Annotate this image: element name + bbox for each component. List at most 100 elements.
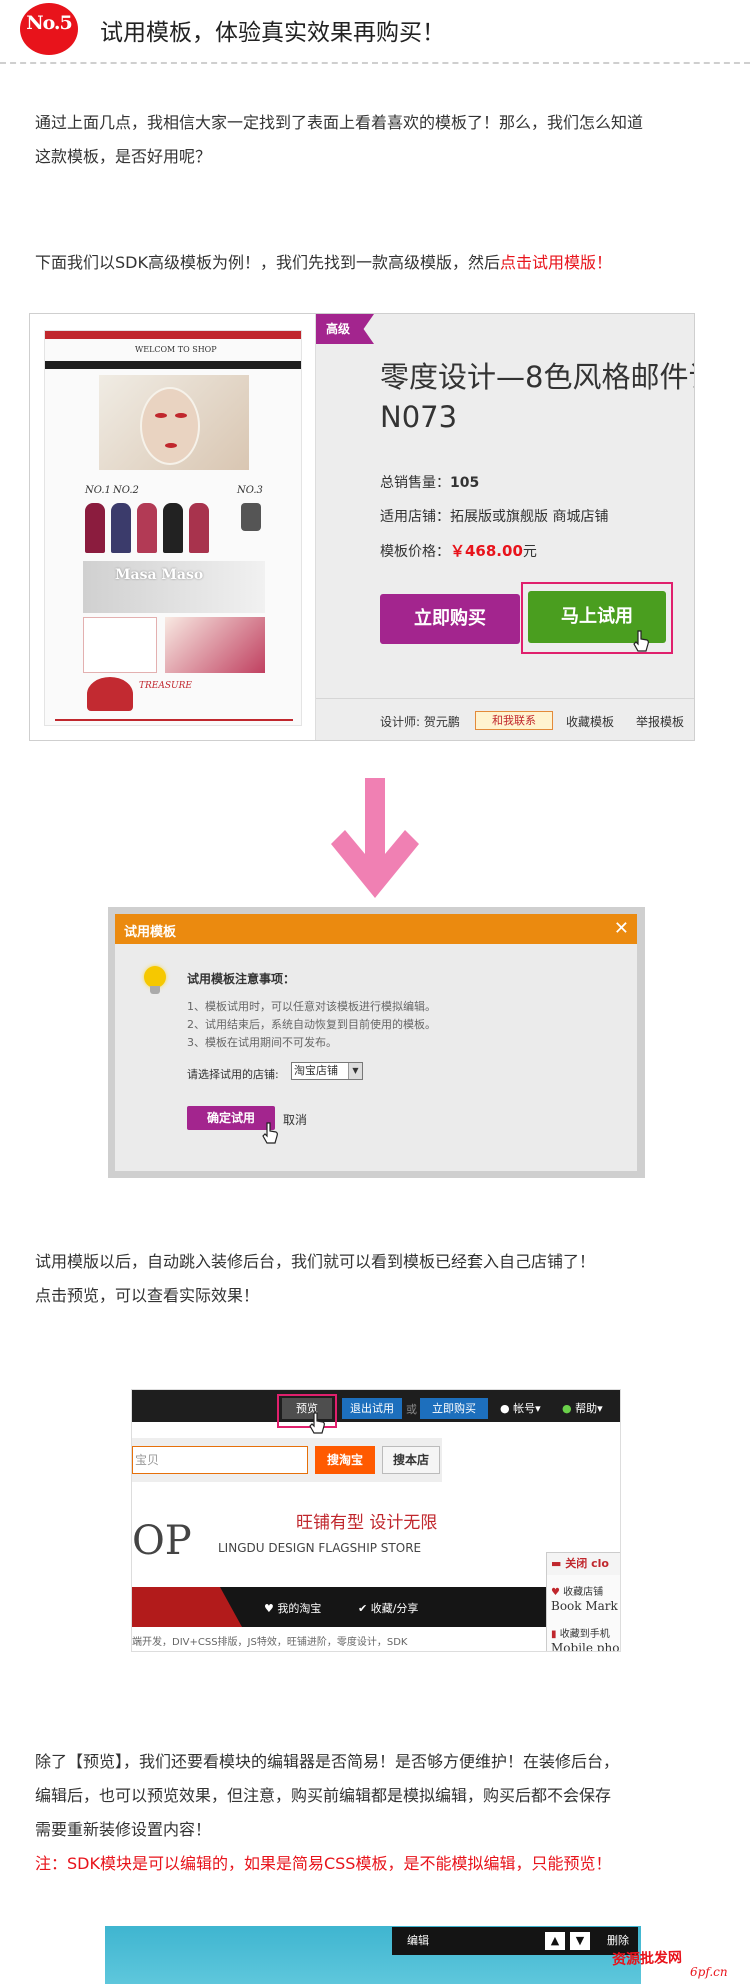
watermark-url: 6pf.cn <box>690 1965 728 1979</box>
user-icon: ● <box>500 1402 510 1415</box>
store-select-value: 淘宝店铺 <box>294 1064 338 1077</box>
my-taobao-link[interactable]: ♥ 我的淘宝 <box>264 1600 321 1616</box>
product-code: N073 <box>380 400 458 434</box>
note-line-3: 需要重新装修设置内容！ <box>35 1820 212 1839</box>
product-title: 零度设计—8色风格邮件订 <box>380 360 695 394</box>
chevron-down-icon: ▼ <box>348 1063 362 1079</box>
favorites-link[interactable]: ✔ 收藏/分享 <box>358 1600 418 1616</box>
move-up-icon[interactable]: ▲ <box>545 1932 565 1950</box>
thumb-camera <box>241 503 261 531</box>
example-highlight: 点击试用模版！ <box>499 253 612 272</box>
store-logo: OP <box>132 1518 192 1564</box>
thumb-no3: NO.3 <box>237 485 263 496</box>
hand-cursor-icon <box>262 1122 278 1144</box>
contact-button[interactable]: 和我联系 <box>475 711 553 730</box>
module-edit-button[interactable]: 编辑 <box>398 1932 438 1950</box>
panel-mobile-phone[interactable]: Mobile pho <box>551 1641 619 1651</box>
price-unit: 元 <box>522 544 537 560</box>
hand-cursor-icon <box>309 1412 325 1434</box>
store-name: LINGDU DESIGN FLAGSHIP STORE <box>218 1541 422 1555</box>
store-subline: 端开发，DIV+CSS排版，JS特效，旺铺进阶，零度设计，SDK <box>132 1637 408 1648</box>
store-select-label: 请选择试用的店铺: <box>187 1068 279 1081</box>
panel-fav-store[interactable]: ♥ 收藏店铺 <box>551 1583 603 1598</box>
panel-close-label: 关闭 <box>565 1557 588 1570</box>
try-template-dialog: 试用模板 ✕ 试用模板注意事项： 1、模板试用时，可以任意对该模板进行模拟编辑。… <box>115 914 637 1171</box>
note-line-1: 除了【预览】，我们还要看模块的编辑器是否简易！是否够方便维护！在装修后台， <box>35 1752 620 1771</box>
thumb-model-eye <box>155 413 167 418</box>
lightbulb-icon <box>144 966 166 988</box>
favorite-link[interactable]: 收藏模板 <box>566 713 614 730</box>
dialog-header: 试用模板 ✕ <box>115 914 637 944</box>
help-label: 帮助 <box>575 1402 598 1415</box>
price-value: ￥468.00 <box>450 542 523 560</box>
my-taobao-label: 我的淘宝 <box>277 1602 322 1615</box>
dialog-item: 2、试用结束后，系统自动恢复到目前使用的模板。 <box>187 1018 436 1031</box>
designer-name: 设计师: 贺元鹏 <box>380 715 460 729</box>
account-menu[interactable]: ● 帐号▾ <box>500 1400 541 1416</box>
thumb-model-lips <box>165 443 177 448</box>
hand-cursor-icon <box>633 630 649 652</box>
thumb-product-figure <box>111 503 131 553</box>
report-link[interactable]: 举报模板 <box>636 713 684 730</box>
move-down-icon[interactable]: ▼ <box>570 1932 590 1950</box>
thumb-hat-model <box>87 677 133 711</box>
premium-tag-label: 高级 <box>326 322 351 336</box>
thumb-product-figure <box>85 503 105 553</box>
note-warning: 注：SDK模块是可以编辑的，如果是简易CSS模板，是不能模拟编辑，只能预览！ <box>35 1854 612 1873</box>
exit-trial-button[interactable]: 退出试用 <box>342 1398 402 1419</box>
example-text: 下面我们以SDK高级模板为例！，我们先找到一款高级模版，然后 <box>35 253 500 272</box>
panel-bookmark[interactable]: Book Mark <box>551 1599 618 1613</box>
template-footer: 设计师: 贺元鹏 和我联系 收藏模板 举报模板 <box>316 698 694 740</box>
module-delete-button[interactable]: 删除 <box>600 1932 636 1950</box>
thumb-brand-text: Masa Maso <box>115 567 204 583</box>
help-menu[interactable]: ● 帮助▾ <box>562 1400 603 1416</box>
store-row: 适用店铺：拓展版或旗舰版 商城店铺 <box>380 506 608 526</box>
sales-value: 105 <box>450 475 480 491</box>
heart-icon: ♥ <box>551 1587 560 1598</box>
sales-row: 总销售量：105 <box>380 472 479 492</box>
thumb-no2: NO.2 <box>113 485 139 496</box>
store-slogan: 旺铺有型 设计无限 <box>296 1513 438 1533</box>
after-line-2: 点击预览，可以查看实际效果！ <box>35 1286 260 1305</box>
template-thumbnail[interactable]: WELCOM TO SHOP NO.1 NO.2 NO.3 Masa Maso … <box>44 330 302 726</box>
search-input[interactable]: 宝贝 <box>132 1446 308 1474</box>
panel-close-button[interactable]: ▬ 关闭 clo <box>547 1553 620 1575</box>
thumb-product-figure <box>163 503 183 553</box>
account-label: 帐号 <box>513 1402 536 1415</box>
thumb-calendar <box>83 617 157 673</box>
thumb-nav <box>45 361 301 369</box>
editor-buy-button[interactable]: 立即购买 <box>420 1398 488 1419</box>
dialog-title: 试用模板 <box>124 925 177 940</box>
favorites-label: 收藏/分享 <box>370 1602 419 1615</box>
store-select[interactable]: 淘宝店铺 ▼ <box>291 1062 363 1080</box>
note-line-2: 编辑后，也可以预览效果，但注意，购买前编辑都是模拟编辑，购买后都不会保存 <box>35 1786 612 1805</box>
store-label: 适用店铺： <box>380 509 450 525</box>
close-icon[interactable]: ✕ <box>614 918 629 939</box>
thumb-footer-line <box>55 719 293 721</box>
panel-fav-mobile[interactable]: ▮ 收藏到手机 <box>551 1625 610 1640</box>
sales-label: 总销售量： <box>380 475 450 491</box>
dialog-item: 1、模板试用时，可以任意对该模板进行模拟编辑。 <box>187 1000 436 1013</box>
product-card-screenshot: WELCOM TO SHOP NO.1 NO.2 NO.3 Masa Maso … <box>29 313 695 741</box>
section-title: 试用模板，体验真实效果再购买！ <box>100 20 445 46</box>
thumb-shop-title: WELCOM TO SHOP <box>135 345 217 354</box>
header-divider <box>0 62 750 64</box>
thumb-topbar <box>45 331 301 339</box>
panel-close-en: clo <box>591 1557 609 1570</box>
help-icon: ● <box>562 1402 572 1415</box>
dialog-heading: 试用模板注意事项： <box>187 972 296 986</box>
dialog-item: 3、模板在试用期间不可发布。 <box>187 1036 337 1049</box>
chevron-down-icon: ▾ <box>535 1402 541 1415</box>
search-taobao-button[interactable]: 搜淘宝 <box>315 1446 375 1474</box>
buy-now-button[interactable]: 立即购买 <box>380 594 520 644</box>
thumb-product-figure <box>189 503 209 553</box>
search-shop-button[interactable]: 搜本店 <box>382 1446 440 1474</box>
cancel-link[interactable]: 取消 <box>283 1111 307 1128</box>
thumb-treasure-text: TREASURE <box>139 681 192 691</box>
lightbulb-base <box>150 986 160 994</box>
watermark: 资源批发网 <box>611 1949 683 1969</box>
editor-screenshot: 预览 退出试用 或 立即购买 ● 帐号▾ ● 帮助▾ 宝贝 搜淘宝 搜本店 OP… <box>131 1389 621 1652</box>
template-thumbnail-panel: WELCOM TO SHOP NO.1 NO.2 NO.3 Masa Maso … <box>30 314 316 740</box>
thumb-model-face <box>140 387 200 465</box>
price-label: 模板价格： <box>380 544 450 560</box>
